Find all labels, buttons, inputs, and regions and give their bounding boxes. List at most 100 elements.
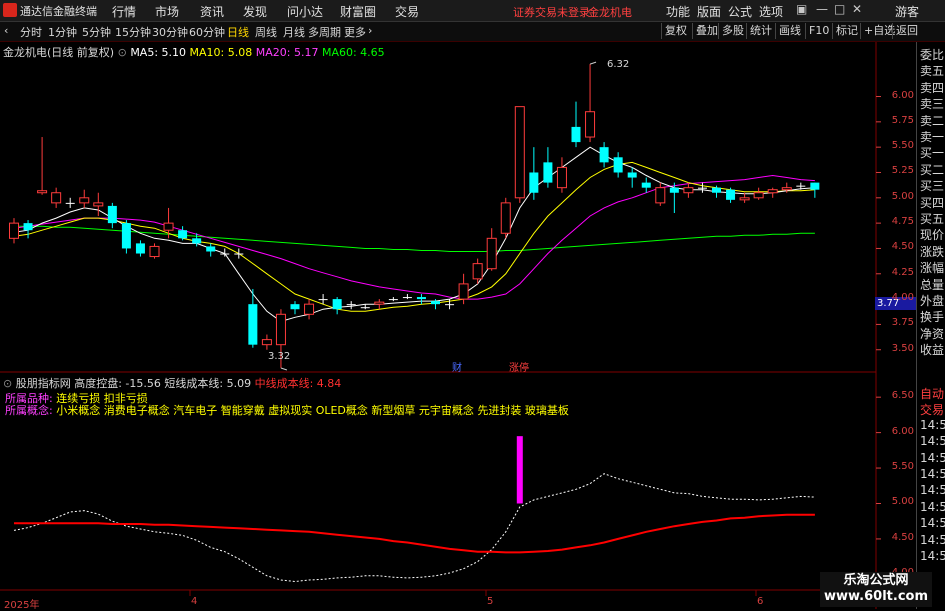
trade-time-label: 14:50 <box>920 499 945 514</box>
candle-body <box>627 172 637 178</box>
candle-body <box>781 187 792 191</box>
quote-label: 卖三 <box>920 97 945 112</box>
y-tick-label: 5.75 <box>891 114 914 126</box>
trade-time-label: 14:50 <box>920 483 945 498</box>
y-tick-label: 4.50 <box>891 241 914 253</box>
candle-body <box>290 304 300 310</box>
candle-body <box>9 222 19 239</box>
quote-label: 涨幅 <box>920 261 945 276</box>
sub-y-tick-label: 6.50 <box>891 390 914 402</box>
candle-body <box>445 304 455 306</box>
x-tick-5: 5 <box>487 596 494 607</box>
ma20-line <box>13 174 815 300</box>
candle-body <box>739 197 750 201</box>
quote-label: 买五 <box>920 212 945 226</box>
trade-time-label: 14:50 <box>920 417 945 432</box>
sub-y-tick-label: 6.00 <box>891 425 914 437</box>
trade-time-label: 14:50 <box>920 434 945 449</box>
candle-body <box>93 202 104 207</box>
candle-body <box>51 192 62 204</box>
candle-body <box>697 187 707 189</box>
trade-time-label: 交易 <box>920 403 945 418</box>
candle-body <box>261 339 272 346</box>
quote-label: 总量 <box>920 277 945 292</box>
trade-time-label: 自动 <box>920 387 945 401</box>
candle-body <box>360 307 370 309</box>
candle-body <box>669 187 679 193</box>
candle-body <box>753 192 764 199</box>
trade-time-label: 14:50 <box>920 532 945 547</box>
event-marker-cai[interactable]: 财 <box>452 359 462 374</box>
quote-label: 卖五 <box>920 64 945 79</box>
candle-body <box>346 304 356 306</box>
quote-label: 收益 <box>920 343 945 358</box>
candle-body <box>655 187 666 204</box>
candle-body <box>431 301 440 305</box>
candle-body <box>613 157 623 173</box>
candle-body <box>65 202 75 204</box>
quote-label: 卖二 <box>920 113 945 128</box>
ma10-line <box>13 161 815 312</box>
trade-time-label: 14:50 <box>920 450 945 465</box>
candle-body <box>641 182 651 188</box>
quote-label: 买四 <box>920 195 945 210</box>
candle-body <box>585 111 596 138</box>
candle-body <box>192 238 202 244</box>
quote-label: 净资 <box>920 326 945 341</box>
candle-body <box>796 185 806 187</box>
candle-body <box>683 187 694 194</box>
sub-y-tick-label: 5.50 <box>891 461 914 473</box>
y-tick-label: 3.50 <box>891 342 914 354</box>
candle-body <box>234 253 244 255</box>
low-leader <box>280 367 288 371</box>
sub-y-tick-label: 4.50 <box>891 531 914 543</box>
trade-time-label: 14:50 <box>920 549 945 563</box>
candle-body <box>149 245 160 258</box>
candle-body <box>79 197 90 204</box>
kline-chart[interactable] <box>0 0 945 609</box>
candle-body <box>163 222 174 231</box>
low-annotation: 3.32 <box>268 351 291 362</box>
candle-body <box>556 166 567 189</box>
x-tick-6: 6 <box>757 596 764 607</box>
y-tick-label: 5.00 <box>891 190 914 202</box>
candle-body <box>121 223 131 249</box>
quote-label: 外盘 <box>920 294 945 308</box>
event-marker-zhangting[interactable]: 涨停 <box>509 359 529 374</box>
candle-body <box>810 182 820 190</box>
candle-body <box>23 223 33 231</box>
mid-cost-line <box>14 513 815 554</box>
trade-time-label: 14:50 <box>920 516 945 531</box>
candle-body <box>571 126 581 143</box>
quote-label: 买三 <box>920 179 945 194</box>
ma5-line <box>13 146 815 322</box>
candle-body <box>318 299 328 301</box>
candle-body <box>374 301 385 305</box>
candle-body <box>472 263 483 280</box>
trade-time-label: 14:50 <box>920 467 945 481</box>
candle-body <box>543 162 553 183</box>
quote-label: 现价 <box>920 228 945 243</box>
candle-body <box>486 237 497 270</box>
candle-body <box>402 297 412 299</box>
candle-body <box>599 147 609 163</box>
y-tick-label: 5.50 <box>891 140 914 152</box>
sub-y-tick-label: 5.00 <box>891 496 914 508</box>
candle-body <box>220 253 230 255</box>
candle-body <box>107 205 117 224</box>
y-tick-label: 4.75 <box>891 216 914 228</box>
quote-label: 换手 <box>920 310 945 325</box>
y-tick-label: 5.25 <box>891 165 914 177</box>
quote-label: 卖一 <box>920 130 945 144</box>
watermark-text: 乐淘公式网 www.60lt.com <box>823 573 929 604</box>
candle-body <box>500 202 511 234</box>
y-tick-label: 6.00 <box>891 89 914 101</box>
high-leader <box>589 61 597 65</box>
quote-label: 买一 <box>920 146 945 161</box>
watermark: 乐淘公式网 www.60lt.com <box>820 572 932 607</box>
candle-body <box>767 189 778 194</box>
short-cost-line <box>13 473 815 583</box>
candle-body <box>248 304 258 345</box>
y-tick-label: 3.75 <box>891 317 914 329</box>
candle-body <box>416 297 426 300</box>
